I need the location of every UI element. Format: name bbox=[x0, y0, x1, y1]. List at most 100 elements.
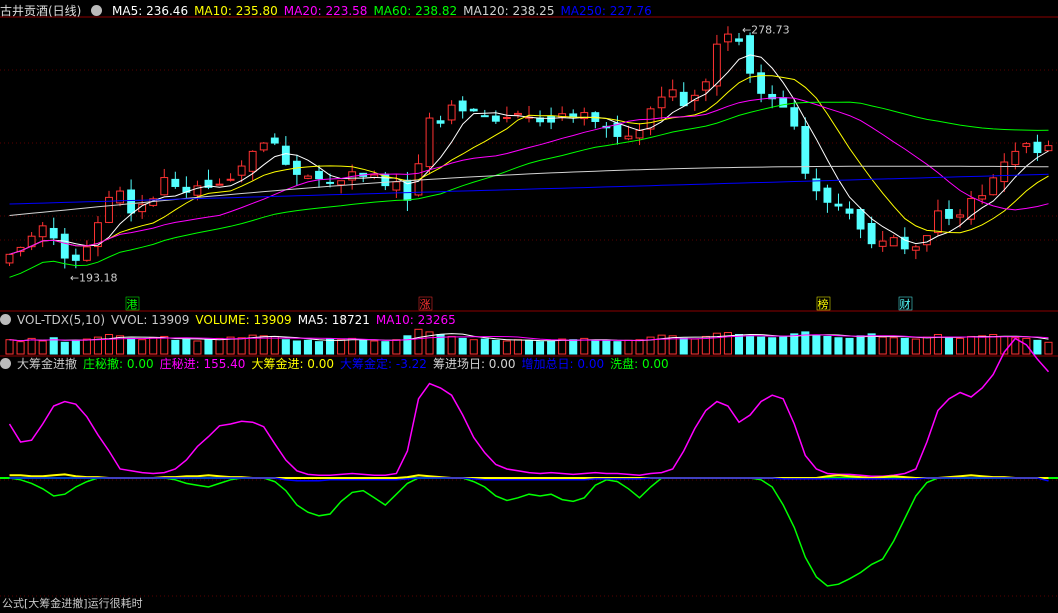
volume-bar[interactable] bbox=[171, 339, 180, 355]
volume-bar[interactable] bbox=[127, 337, 136, 355]
volume-bar[interactable] bbox=[370, 340, 379, 355]
volume-bar[interactable] bbox=[281, 339, 290, 355]
volume-bar[interactable] bbox=[978, 335, 987, 355]
volume-bar[interactable] bbox=[138, 339, 147, 355]
volume-bar[interactable] bbox=[790, 333, 799, 355]
candle[interactable] bbox=[1000, 161, 1009, 183]
settings-dot-icon[interactable] bbox=[0, 314, 11, 325]
volume-bar[interactable] bbox=[480, 338, 489, 355]
candle[interactable] bbox=[514, 112, 522, 116]
candle[interactable] bbox=[735, 38, 743, 42]
candle[interactable] bbox=[867, 222, 876, 245]
candle[interactable] bbox=[911, 246, 920, 251]
volume-bar[interactable] bbox=[414, 328, 423, 355]
volume-bar[interactable] bbox=[823, 335, 832, 355]
candle[interactable] bbox=[834, 203, 843, 207]
volume-bar[interactable] bbox=[326, 338, 335, 355]
volume-bar[interactable] bbox=[447, 335, 456, 355]
candle[interactable] bbox=[326, 181, 334, 184]
candle[interactable] bbox=[226, 178, 235, 181]
volume-bar[interactable] bbox=[967, 335, 976, 355]
candle[interactable] bbox=[315, 170, 323, 180]
candle[interactable] bbox=[724, 33, 732, 43]
volume-bar[interactable] bbox=[845, 337, 854, 355]
volume-bar[interactable] bbox=[956, 337, 965, 355]
volume-bar[interactable] bbox=[569, 339, 578, 355]
volume-bar[interactable] bbox=[657, 334, 666, 355]
candle[interactable] bbox=[171, 178, 180, 187]
candle[interactable] bbox=[701, 81, 710, 91]
candle[interactable] bbox=[856, 209, 865, 230]
candle[interactable] bbox=[635, 129, 644, 139]
volume-bar[interactable] bbox=[403, 335, 412, 355]
volume-bar[interactable] bbox=[292, 340, 301, 355]
candle[interactable] bbox=[878, 240, 887, 247]
candle[interactable] bbox=[956, 214, 964, 218]
volume-bar[interactable] bbox=[491, 339, 500, 355]
volume-bar[interactable] bbox=[71, 339, 80, 355]
candle[interactable] bbox=[1033, 141, 1042, 154]
volume-bar[interactable] bbox=[359, 339, 368, 355]
volume-bar[interactable] bbox=[104, 334, 114, 355]
volume-bar[interactable] bbox=[60, 341, 69, 355]
volume-bar[interactable] bbox=[536, 341, 545, 355]
candle[interactable] bbox=[248, 150, 257, 172]
volume-bar[interactable] bbox=[469, 339, 478, 355]
volume-bar[interactable] bbox=[878, 336, 887, 355]
volume-bar[interactable] bbox=[204, 339, 213, 355]
volume-bar[interactable] bbox=[856, 335, 865, 355]
volume-bar[interactable] bbox=[911, 338, 920, 355]
volume-bar[interactable] bbox=[337, 339, 346, 355]
volume-bar[interactable] bbox=[757, 336, 766, 355]
volume-bar[interactable] bbox=[160, 335, 169, 355]
candle[interactable] bbox=[215, 183, 224, 186]
stock-chart[interactable]: ←278.73 ←193.18 港 涨 榜 财 bbox=[0, 0, 1058, 613]
volume-bar[interactable] bbox=[524, 339, 534, 355]
volume-bar[interactable] bbox=[5, 339, 14, 355]
volume-bar[interactable] bbox=[270, 335, 279, 355]
candle[interactable] bbox=[1044, 145, 1053, 152]
candle[interactable] bbox=[237, 165, 246, 176]
volume-bar[interactable] bbox=[1022, 337, 1031, 355]
volume-bar[interactable] bbox=[215, 337, 224, 355]
candle[interactable] bbox=[160, 177, 169, 196]
volume-bar[interactable] bbox=[624, 339, 633, 355]
candle[interactable] bbox=[458, 100, 467, 112]
volume-bar[interactable] bbox=[922, 336, 931, 355]
volume-bar[interactable] bbox=[348, 337, 357, 355]
volume-bar[interactable] bbox=[16, 341, 25, 355]
candle[interactable] bbox=[712, 43, 721, 87]
volume-bar[interactable] bbox=[812, 334, 821, 355]
candle[interactable] bbox=[259, 142, 268, 151]
candle[interactable] bbox=[281, 145, 290, 165]
candle[interactable] bbox=[337, 180, 346, 186]
volume-bar[interactable] bbox=[834, 337, 843, 355]
volume-bar[interactable] bbox=[602, 340, 611, 355]
candle[interactable] bbox=[49, 227, 58, 239]
volume-bar[interactable] bbox=[237, 337, 246, 355]
candle[interactable] bbox=[624, 135, 633, 140]
volume-bar[interactable] bbox=[1044, 341, 1053, 355]
candle[interactable] bbox=[304, 175, 312, 179]
volume-bar[interactable] bbox=[314, 341, 324, 355]
candle[interactable] bbox=[447, 104, 456, 121]
volume-bar[interactable] bbox=[193, 340, 202, 355]
volume-bar[interactable] bbox=[1033, 339, 1042, 355]
volume-bar[interactable] bbox=[392, 339, 401, 355]
candle[interactable] bbox=[668, 89, 677, 98]
candle[interactable] bbox=[790, 107, 799, 127]
volume-bar[interactable] bbox=[182, 338, 191, 355]
candle[interactable] bbox=[60, 233, 69, 259]
volume-bar[interactable] bbox=[734, 334, 744, 355]
volume-bar[interactable] bbox=[635, 339, 644, 355]
candle[interactable] bbox=[469, 108, 478, 112]
volume-bar[interactable] bbox=[27, 337, 36, 355]
volume-bar[interactable] bbox=[513, 339, 522, 355]
candle[interactable] bbox=[5, 253, 14, 264]
volume-bar[interactable] bbox=[690, 338, 699, 355]
volume-bar[interactable] bbox=[303, 339, 312, 355]
candle[interactable] bbox=[657, 96, 666, 109]
candle[interactable] bbox=[1022, 143, 1031, 147]
volume-bar[interactable] bbox=[889, 337, 898, 355]
candle[interactable] bbox=[945, 209, 953, 219]
